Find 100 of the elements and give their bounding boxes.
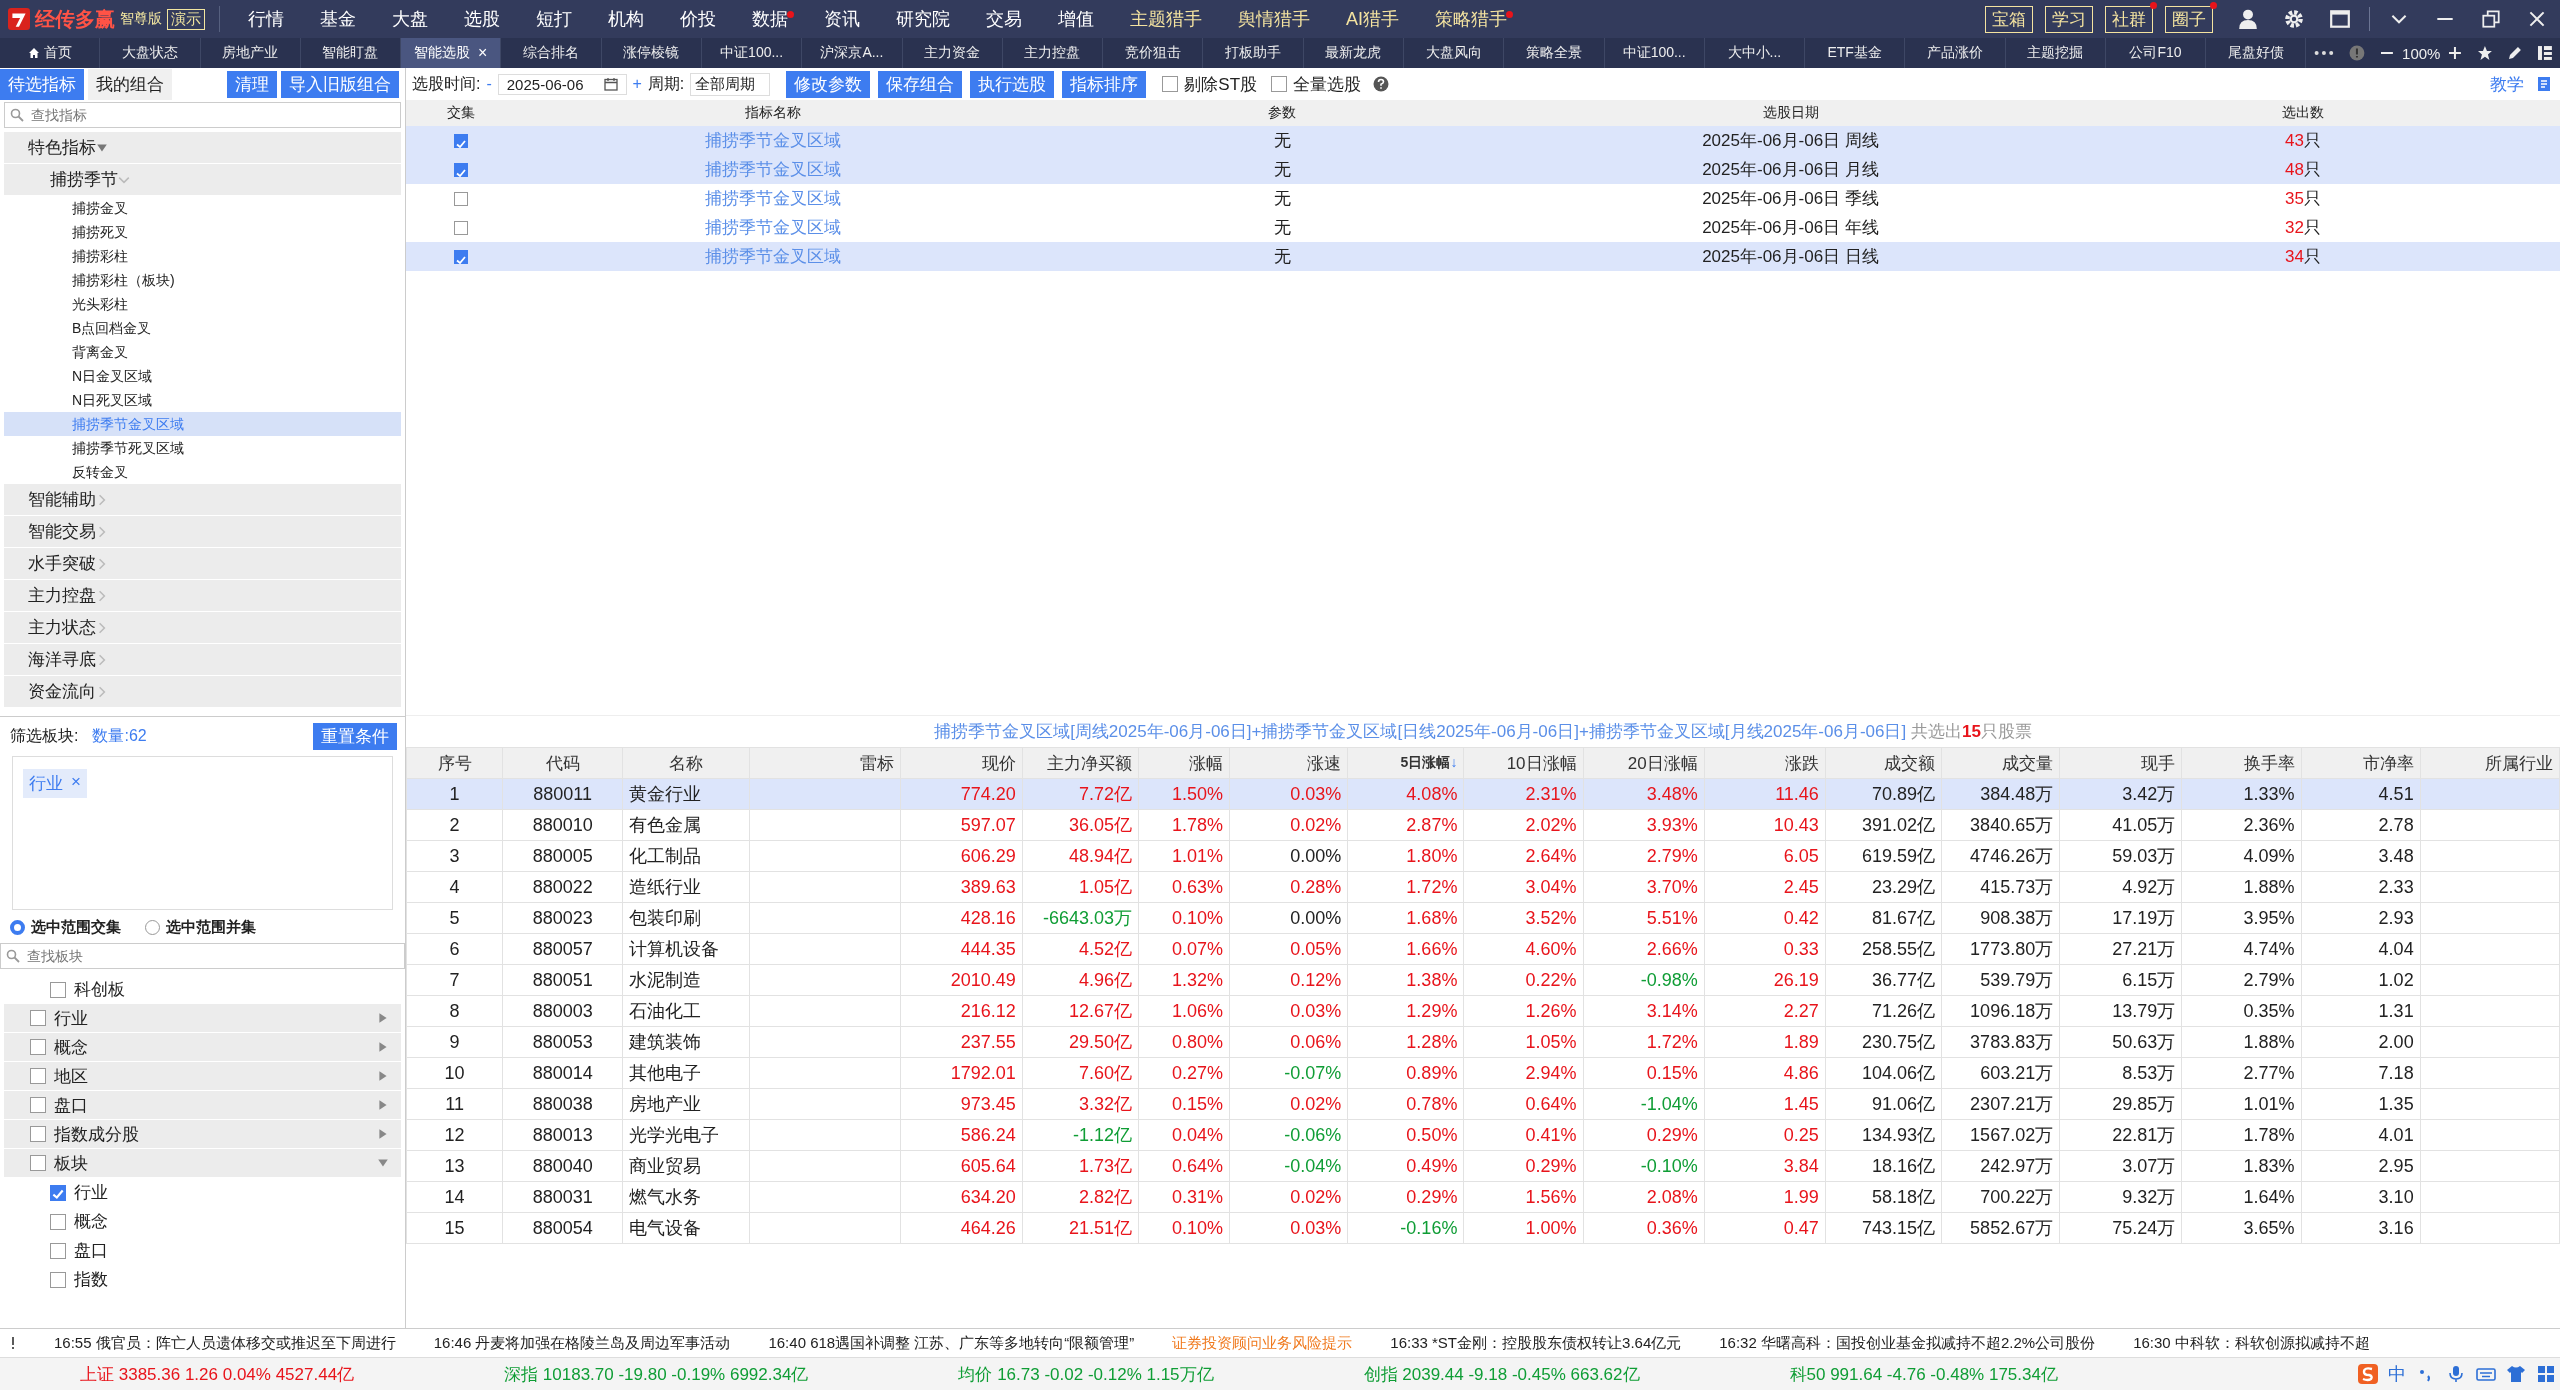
checkbox[interactable]	[30, 1126, 46, 1142]
news-item[interactable]: 16:30 中科软：科软创源拟减持不超	[2133, 1333, 2370, 1353]
tree-group[interactable]: 水手突破	[4, 548, 401, 579]
tab[interactable]: 打板助手	[1203, 38, 1304, 68]
tab[interactable]: 主力资金	[902, 38, 1003, 68]
tab[interactable]: 产品涨价	[1905, 38, 2006, 68]
tree-item[interactable]: 捕捞死叉	[4, 220, 401, 244]
triangle-right-icon[interactable]	[377, 1041, 389, 1053]
column-header[interactable]: 现手	[2059, 747, 2182, 779]
tree-item[interactable]: 捕捞彩柱（板块)	[4, 268, 401, 292]
tree-item[interactable]: 捕捞季节死叉区域	[4, 436, 401, 460]
panel-button[interactable]: 导入旧版组合	[281, 70, 399, 98]
alert-icon[interactable]	[2349, 45, 2366, 61]
index-quote[interactable]: 上证 3385.36 1.26 0.04% 4527.44亿	[80, 1362, 355, 1386]
tab[interactable]: 涨停棱镜	[601, 38, 702, 68]
action-button[interactable]: 执行选股	[970, 70, 1055, 98]
tree-item[interactable]: 捕捞金叉	[4, 196, 401, 220]
action-button[interactable]: 指标排序	[1062, 70, 1147, 98]
table-row[interactable]: 1 880011 黄金行业 774.20 7.72亿 1.50% 0.03% 4.08% 2.31% 3.48% 11.46 70.89亿 384.48万 3.42万 1.33% 4.51	[406, 778, 2560, 810]
checkbox[interactable]	[30, 1039, 46, 1055]
toolbar-button[interactable]: 宝箱	[1985, 5, 2033, 33]
next-date-button[interactable]: +	[632, 75, 642, 93]
tab[interactable]: 房地产业	[200, 38, 301, 68]
input-method-icon[interactable]	[2357, 1364, 2378, 1384]
tab[interactable]: 大盘风向	[1403, 38, 1505, 68]
column-header[interactable]: 主力净买额	[1022, 747, 1139, 779]
tree-group[interactable]: 资金流向	[4, 676, 401, 707]
table-row[interactable]: 3 880005 化工制品 606.29 48.94亿 1.01% 0.00% 1.80% 2.64% 2.79% 6.05 619.59亿 4746.26万 59.03万 4.09% 3.48	[406, 840, 2560, 872]
layout-icon[interactable]	[2537, 45, 2554, 61]
column-header[interactable]: 现价	[900, 747, 1023, 779]
column-header[interactable]: 10日涨幅	[1463, 747, 1584, 779]
news-item[interactable]: 16:32 华曙高科：国投创业基金拟减持不超2.2%公司股份	[1719, 1333, 2096, 1353]
radio-option[interactable]: 选中范围交集	[10, 918, 121, 937]
tutorial-link[interactable]: 教学	[2490, 72, 2524, 96]
tab[interactable]: 中证100...	[701, 38, 803, 68]
tab[interactable]: 首页	[0, 38, 101, 68]
menu-item[interactable]: 机构	[590, 7, 662, 31]
book-icon[interactable]	[2536, 76, 2552, 92]
table-row[interactable]: 8 880003 石油化工 216.12 12.67亿 1.06% 0.03% 1.29% 1.26% 3.14% 2.27 71.26亿 1096.18万 13.79万 0.35% 1.31	[406, 995, 2560, 1027]
action-button[interactable]: 保存组合	[878, 70, 963, 98]
checkbox[interactable]	[454, 192, 468, 206]
news-item[interactable]: 16:55 俄官员：阵亡人员遗体移交或推迟至下周进行	[54, 1333, 396, 1353]
checkbox[interactable]	[30, 1010, 46, 1026]
tab[interactable]: 竞价狙击	[1103, 38, 1204, 68]
tab[interactable]: 主题挖掘	[2005, 38, 2106, 68]
table-row[interactable]: 11 880038 房地产业 973.45 3.32亿 0.15% 0.02% 0.78% 0.64% -1.04% 1.45 91.06亿 2307.21万 29.85万 1.01% 1.35	[406, 1088, 2560, 1120]
triangle-right-icon[interactable]	[377, 1012, 389, 1024]
tree-group[interactable]: 主力控盘	[4, 580, 401, 611]
tree-item[interactable]: 光头彩柱	[4, 292, 401, 316]
tab[interactable]: 尾盘好债	[2206, 38, 2307, 68]
tree-group[interactable]: 海洋寻底	[4, 644, 401, 675]
more-icon[interactable]	[2313, 48, 2336, 58]
grid-icon[interactable]	[2535, 1364, 2556, 1384]
tree-group[interactable]: 捕捞季节	[4, 164, 401, 195]
checkbox[interactable]	[50, 1213, 66, 1230]
triangle-right-icon[interactable]	[377, 1070, 389, 1082]
menu-item[interactable]: 资讯	[806, 7, 878, 31]
table-row[interactable]: 5 880023 包装印刷 428.16 -6643.03万 0.10% 0.00% 1.68% 3.52% 5.51% 0.42 81.67亿 908.38万 17.19万 3.95% 2.93	[406, 902, 2560, 934]
news-item[interactable]: 16:40 618遇国补调整 江苏、广东等多地转向“限额管理”	[768, 1333, 1135, 1353]
menu-item[interactable]: 大盘	[374, 7, 446, 31]
action-button[interactable]: 修改参数	[786, 70, 871, 98]
triangle-right-icon[interactable]	[377, 1128, 389, 1140]
tree-group[interactable]: 特色指标	[4, 132, 401, 163]
table-row[interactable]: 2 880010 有色金属 597.07 36.05亿 1.78% 0.02% 2.87% 2.02% 3.93% 10.43 391.02亿 3840.65万 41.05万 2.36% 2.78	[406, 809, 2560, 841]
tab[interactable]: 大中小...	[1704, 38, 1806, 68]
radio-option[interactable]: 选中范围并集	[145, 918, 256, 937]
table-row[interactable]: 14 880031 燃气水务 634.20 2.82亿 0.31% 0.02% 0.29% 1.56% 2.08% 1.99 58.18亿 700.22万 9.32万 1.64% 3.10	[406, 1181, 2560, 1213]
panel-tab[interactable]: 待选指标	[0, 68, 84, 100]
tab[interactable]: 中证100...	[1604, 38, 1705, 68]
tree-group[interactable]: 智能交易	[4, 516, 401, 547]
help-icon[interactable]	[1373, 76, 1390, 92]
table-row[interactable]: 10 880014 其他电子 1792.01 7.60亿 0.27% -0.07% 0.89% 2.94% 0.15% 4.86 104.06亿 603.21万 8.53万 2.77% 7.18	[406, 1057, 2560, 1089]
settings-icon[interactable]	[2283, 8, 2305, 30]
column-header[interactable]: 名称	[622, 747, 750, 779]
radio-button[interactable]	[10, 920, 25, 935]
previous-date-button[interactable]: -	[486, 75, 492, 93]
column-header[interactable]: 所属行业	[2420, 747, 2560, 779]
table-row[interactable]: 9 880053 建筑装饰 237.55 29.50亿 0.80% 0.06% 1.28% 1.05% 1.72% 1.89 230.75亿 3783.83万 50.63万 1.88% 2.00	[406, 1026, 2560, 1058]
tree-item[interactable]: 捕捞彩柱	[4, 244, 401, 268]
calendar-icon[interactable]	[603, 77, 618, 91]
menu-item[interactable]: 短打	[518, 7, 590, 31]
checkbox[interactable]	[50, 1242, 66, 1259]
zoom-in-icon[interactable]	[2447, 45, 2464, 61]
checkbox[interactable]	[454, 221, 468, 235]
table-row[interactable]: 15 880054 电气设备 464.26 21.51亿 0.10% 0.03% -0.16% 1.00% 0.36% 0.47 743.15亿 5852.67万 75.24万 3.65% 3.16	[406, 1212, 2560, 1244]
table-row[interactable]: 12 880013 光学光电子 586.24 -1.12亿 0.04% -0.06% 0.50% 0.41% 0.29% 0.25 134.93亿 1567.02万 22.81万 1.78% 4.01	[406, 1119, 2560, 1151]
table-row[interactable]: 4 880022 造纸行业 389.63 1.05亿 0.63% 0.28% 1.72% 3.04% 3.70% 2.45 23.29亿 415.73万 4.92万 1.88% 2.33	[406, 871, 2560, 903]
checkbox[interactable]	[1271, 76, 1288, 92]
star-icon[interactable]	[2477, 45, 2494, 61]
panel-tab[interactable]: 我的组合	[88, 68, 172, 100]
column-header[interactable]: 5日涨幅↓	[1347, 747, 1464, 779]
tab[interactable]: 沪深京A...	[802, 38, 903, 68]
tree-group[interactable]: 智能辅助	[4, 484, 401, 515]
column-header[interactable]: 20日涨幅	[1583, 747, 1705, 779]
column-header[interactable]: 序号	[406, 747, 503, 779]
menu-item[interactable]: 主题猎手	[1112, 7, 1220, 31]
tree-item[interactable]: N日金叉区域	[4, 364, 401, 388]
menu-item[interactable]: 基金	[302, 7, 374, 31]
tab[interactable]: 策略全景	[1504, 38, 1605, 68]
user-icon[interactable]	[2237, 8, 2259, 30]
